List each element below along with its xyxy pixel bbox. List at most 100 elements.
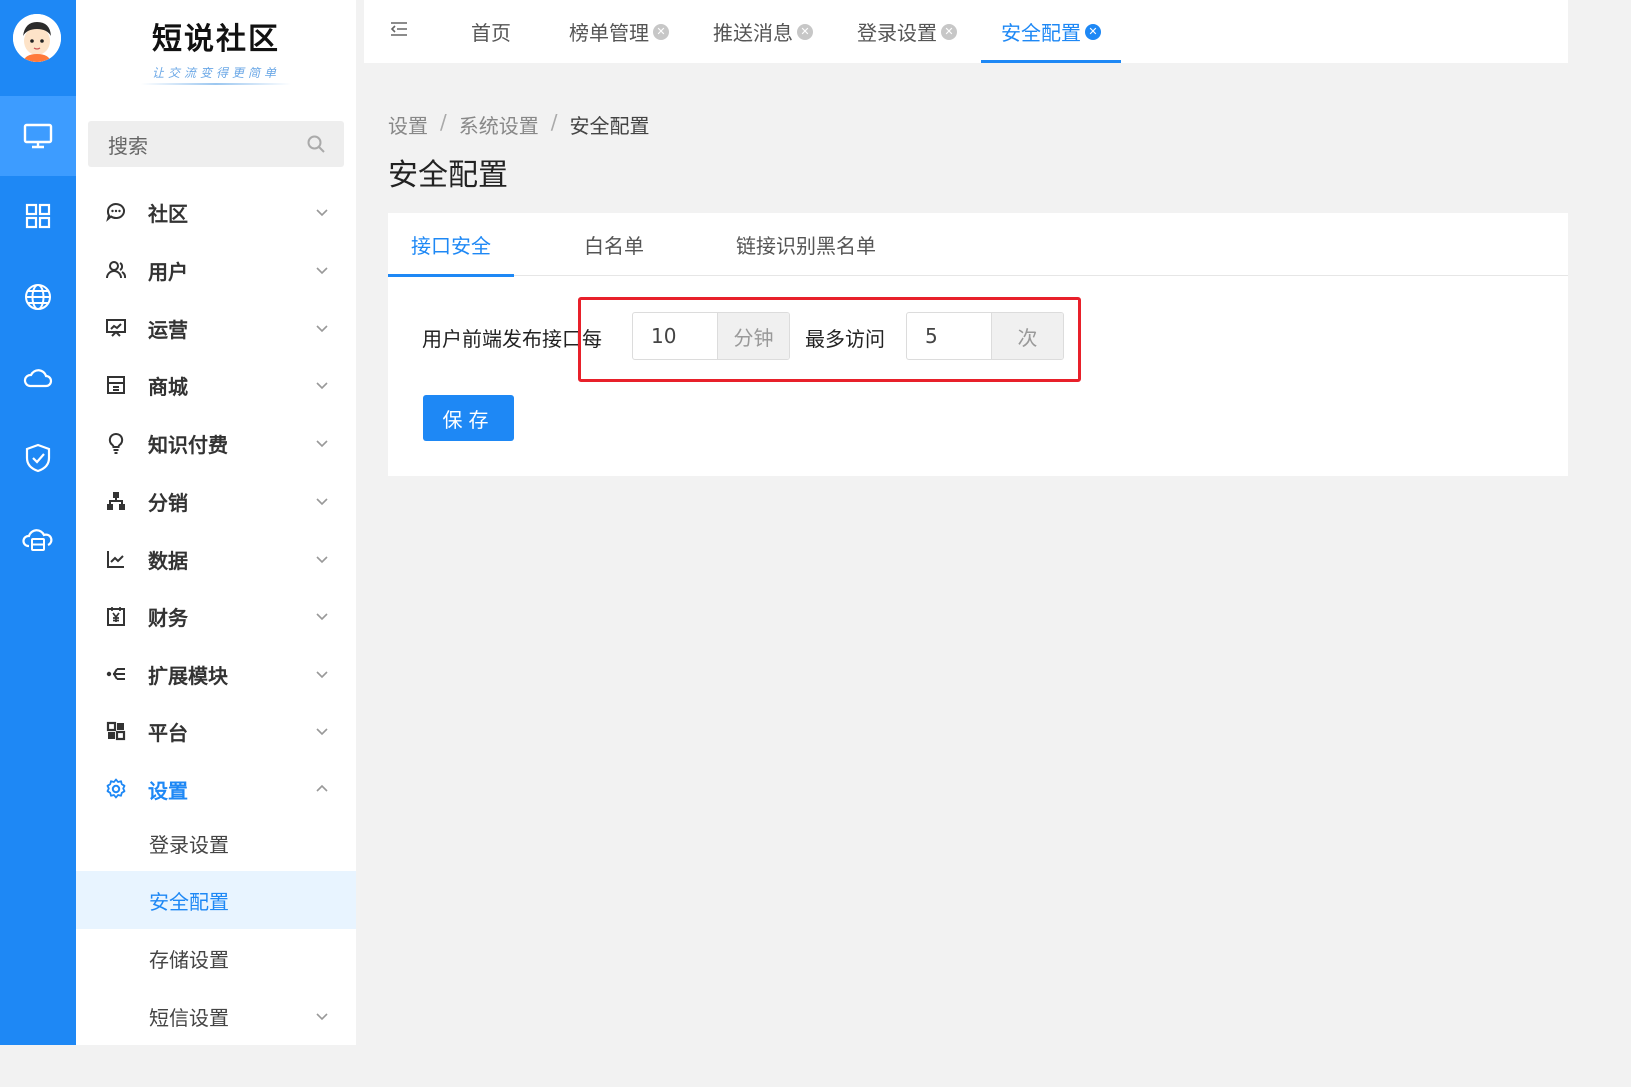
sidebar-subitem-security-config[interactable]: 安全配置 (76, 871, 356, 929)
platform-icon (106, 721, 126, 741)
brand-underline (141, 83, 291, 85)
sidebar-subitem-label: 登录设置 (149, 832, 229, 857)
lightbulb-icon (108, 432, 124, 454)
rail-globe-button[interactable] (0, 257, 76, 337)
chevron-down-icon (316, 671, 328, 679)
rate-limit-prefix-label: 用户前端发布接口每 (422, 327, 602, 351)
chevron-down-icon (316, 267, 328, 275)
tab-label: 接口安全 (411, 234, 491, 258)
sidebar-item-users[interactable]: 用户 (76, 241, 356, 299)
sidebar-subitem-login-settings[interactable]: 登录设置 (76, 814, 356, 872)
tab-leaderboard[interactable]: 榜单管理 ✕ (569, 0, 669, 63)
tab-label: 首页 (471, 21, 511, 45)
tab-label: 链接识别黑名单 (736, 234, 876, 258)
chat-icon (106, 203, 125, 222)
tab-api-security[interactable]: 接口安全 (388, 213, 514, 277)
sidebar-item-label: 社区 (148, 201, 188, 226)
tab-security-config[interactable]: 安全配置 ✕ (981, 0, 1121, 63)
sidebar-item-community[interactable]: 社区 (76, 183, 356, 241)
gear-icon (106, 778, 126, 799)
presentation-icon (106, 319, 126, 337)
sidebar: 短说社区 让交流变得更简单 搜索 社区 用户 运营 商城 知识付费 分销 数据 … (76, 0, 356, 1045)
cloud-server-icon (22, 529, 53, 551)
chevron-down-icon (316, 440, 328, 448)
breadcrumb-item[interactable]: 系统设置 (459, 110, 539, 139)
tab-push-messages[interactable]: 推送消息 ✕ (713, 0, 813, 63)
sidebar-item-data[interactable]: 数据 (76, 530, 356, 588)
chevron-down-icon (316, 325, 328, 333)
sidebar-item-label: 扩展模块 (148, 663, 228, 688)
sidebar-item-settings[interactable]: 设置 (76, 760, 356, 818)
sidebar-subitem-storage-settings[interactable]: 存储设置 (76, 929, 356, 987)
sidebar-item-platform[interactable]: 平台 (76, 702, 356, 760)
search-input[interactable]: 搜索 (88, 121, 344, 167)
cloud-icon (23, 369, 53, 388)
sidebar-item-extensions[interactable]: 扩展模块 (76, 645, 356, 703)
sidebar-item-store[interactable]: 商城 (76, 356, 356, 414)
chevron-down-icon (316, 728, 328, 736)
rail-shield-button[interactable] (0, 418, 76, 498)
search-icon[interactable] (306, 134, 326, 154)
finance-icon (107, 607, 125, 626)
tab-label: 白名单 (584, 234, 644, 258)
tab-label: 推送消息 (713, 21, 793, 45)
monitor-icon (23, 123, 53, 149)
hierarchy-icon (107, 492, 125, 510)
close-icon[interactable]: ✕ (941, 23, 957, 40)
tab-link-blacklist[interactable]: 链接识别黑名单 (736, 213, 876, 276)
sidebar-subitem-sms-settings[interactable]: 短信设置 (76, 987, 356, 1045)
search-placeholder: 搜索 (108, 133, 148, 158)
globe-icon (25, 284, 51, 310)
highlight-annotation-box (578, 297, 1081, 382)
breadcrumb-current: 安全配置 (569, 114, 650, 138)
rail-cloud-button[interactable] (0, 338, 76, 418)
content-tabs: 接口安全 白名单 链接识别黑名单 (388, 213, 1568, 277)
collapse-menu-icon[interactable] (388, 18, 410, 40)
sidebar-item-label: 数据 (148, 548, 188, 573)
chevron-down-icon (316, 382, 328, 390)
chevron-down-icon (316, 1013, 328, 1021)
tab-label: 榜单管理 (569, 21, 649, 45)
rail-cloud-server-button[interactable] (0, 499, 76, 579)
breadcrumb-item[interactable]: 设置 (388, 110, 428, 139)
brand-logo: 短说社区 让交流变得更简单 (136, 14, 296, 85)
tab-whitelist[interactable]: 白名单 (584, 213, 644, 276)
tab-login-settings[interactable]: 登录设置 ✕ (857, 0, 957, 63)
users-icon (106, 261, 127, 279)
close-icon[interactable]: ✕ (653, 23, 669, 40)
brand-slogan: 让交流变得更简单 (151, 66, 280, 80)
save-button[interactable]: 保存 (423, 395, 514, 441)
sidebar-item-label: 知识付费 (148, 432, 228, 457)
sidebar-item-label: 分销 (148, 490, 188, 515)
breadcrumb-separator: / (550, 110, 558, 134)
sidebar-item-paid-knowledge[interactable]: 知识付费 (76, 414, 356, 472)
extension-icon (106, 668, 125, 680)
sidebar-item-label: 商城 (148, 374, 188, 399)
sidebar-item-distribution[interactable]: 分销 (76, 472, 356, 530)
breadcrumb-separator: / (440, 110, 447, 134)
sidebar-item-operations[interactable]: 运营 (76, 299, 356, 357)
tab-label: 登录设置 (857, 21, 937, 45)
sidebar-item-label: 用户 (148, 259, 188, 284)
sidebar-subitem-label: 短信设置 (149, 1005, 229, 1030)
close-icon[interactable]: ✕ (1085, 23, 1101, 40)
grid-icon (25, 203, 51, 229)
chevron-up-icon (316, 784, 328, 792)
chevron-down-icon (316, 209, 328, 217)
breadcrumb: 设置 / 系统设置 / 安全配置 (388, 110, 650, 139)
close-icon[interactable]: ✕ (797, 23, 813, 40)
chevron-down-icon (316, 556, 328, 564)
sidebar-item-finance[interactable]: 财务 (76, 587, 356, 645)
avatar[interactable] (13, 14, 61, 62)
shield-check-icon (25, 443, 51, 473)
brand-title: 短说社区 (152, 22, 280, 57)
rail-monitor-button[interactable] (0, 96, 76, 176)
store-icon (107, 376, 125, 394)
tab-home[interactable]: 首页 (471, 0, 511, 63)
rail-grid-button[interactable] (0, 176, 76, 256)
page-title: 安全配置 (388, 158, 508, 193)
chevron-down-icon (316, 613, 328, 621)
sidebar-item-label: 平台 (148, 720, 188, 745)
icon-rail (0, 0, 76, 1045)
line-chart-icon (107, 551, 124, 568)
